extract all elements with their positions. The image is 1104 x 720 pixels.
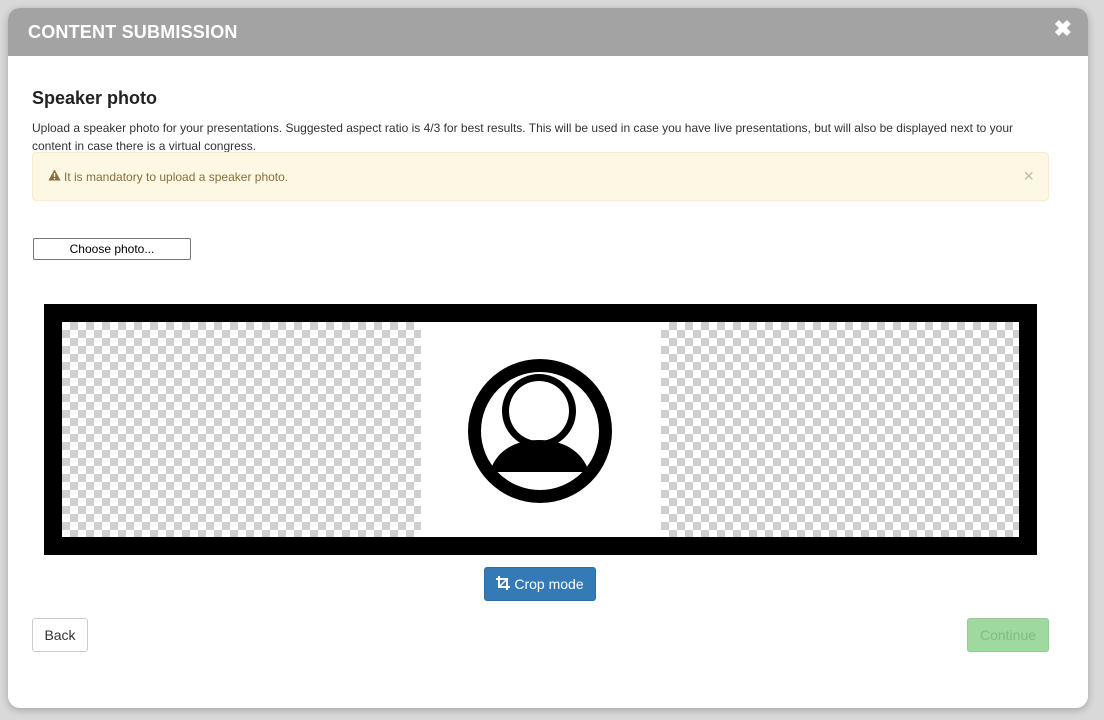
mandatory-alert: It is mandatory to upload a speaker phot… bbox=[32, 152, 1049, 201]
speaker-photo-placeholder bbox=[421, 322, 661, 537]
transparent-area-left bbox=[62, 322, 421, 537]
photo-preview bbox=[44, 304, 1037, 555]
alert-close-icon[interactable]: × bbox=[1023, 166, 1034, 187]
section-title: Speaker photo bbox=[32, 88, 158, 108]
crop-mode-button[interactable]: Crop mode bbox=[484, 567, 596, 601]
crop-mode-label: Crop mode bbox=[514, 576, 584, 592]
content-submission-modal: CONTENT SUBMISSION ✖ Speaker photo Uploa… bbox=[8, 8, 1088, 708]
continue-button[interactable]: Continue bbox=[967, 618, 1049, 652]
modal-title: CONTENT SUBMISSION bbox=[28, 22, 238, 42]
crop-icon bbox=[496, 575, 511, 593]
alert-text: It is mandatory to upload a speaker phot… bbox=[64, 170, 289, 184]
section-description: Upload a speaker photo for your presenta… bbox=[32, 121, 1013, 153]
warning-icon bbox=[48, 169, 61, 184]
close-icon[interactable]: ✖ bbox=[1054, 18, 1072, 40]
transparent-area-right bbox=[661, 322, 1019, 537]
user-avatar-icon bbox=[468, 359, 612, 503]
choose-photo-button[interactable]: Choose photo... bbox=[33, 238, 191, 260]
modal-header: CONTENT SUBMISSION ✖ bbox=[8, 8, 1088, 56]
back-button[interactable]: Back bbox=[32, 618, 88, 652]
